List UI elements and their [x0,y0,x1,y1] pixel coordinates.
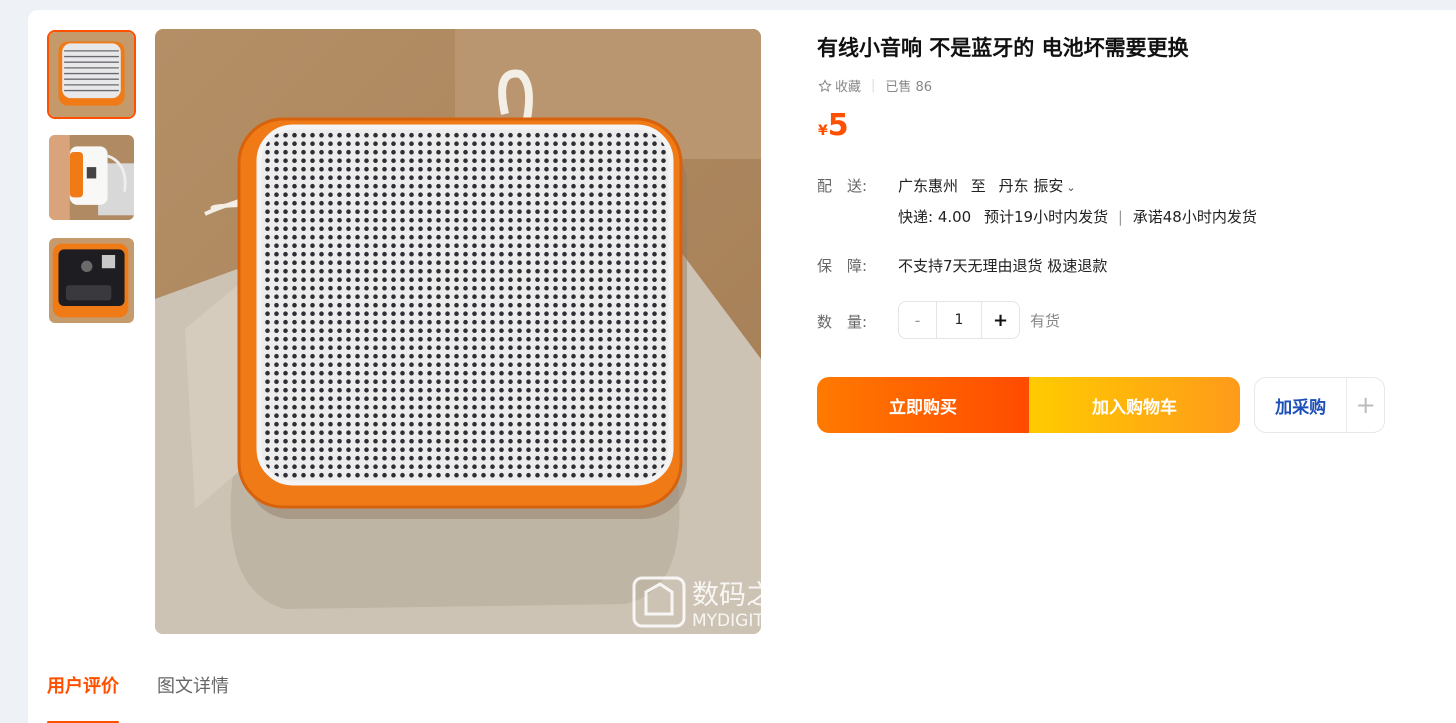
tab-user-reviews[interactable]: 用户评价 [47,672,119,723]
meta-divider: | [871,78,876,93]
quantity-stepper: - 1 + [898,301,1020,339]
speaker-front-thumbnail-image [49,32,134,117]
delivery-label: 配 送: [817,177,868,195]
guarantee-text: 不支持7天无理由退货 极速退款 [898,257,1108,275]
delivery-details: 快递: 4.00 预计19小时内发货 | 承诺48小时内发货 [898,206,1257,227]
price-amount: 5 [827,108,849,143]
thumbnail-speaker-front[interactable] [47,30,136,119]
delivery-to-word: 至 [970,177,986,195]
product-meta: 收藏 | 已售 86 [818,76,932,95]
delivery-from: 广东惠州 [898,177,959,195]
watermark-cn: 数码之家 [692,580,800,611]
add-purchase-button[interactable]: 加采购 [1255,393,1346,418]
sold-count: 已售 86 [885,80,933,95]
stock-status: 有货 [1030,312,1061,330]
buy-now-button[interactable]: 立即购买 [817,377,1029,433]
main-product-image[interactable] [155,29,761,634]
quantity-input[interactable]: 1 [936,302,982,338]
star-icon [818,78,832,92]
watermark: 数码之家 MYDIGIT.NET [632,574,832,632]
plus-icon[interactable]: + [1346,378,1384,432]
speaker-side-thumbnail-image [49,135,134,220]
increment-button[interactable]: + [982,302,1019,338]
add-purchase-group: 加采购 + [1254,377,1385,433]
add-to-cart-button[interactable]: 加入购物车 [1029,377,1240,433]
currency-symbol: ¥ [818,123,828,139]
chevron-down-icon: ⌄ [1066,181,1076,194]
detail-tabs: 用户评价 图文详情 [47,672,229,723]
watermark-en: MYDIGIT.NET [692,611,802,631]
speaker-photo [155,29,761,634]
delivery-destination: 丹东 振安 [998,177,1064,195]
purchase-buttons: 立即购买 加入购物车 [817,377,1240,433]
favorite-button[interactable]: 收藏 [818,76,861,95]
thumbnail-list [47,30,137,339]
favorite-label: 收藏 [835,80,862,95]
delivery-destination-selector[interactable]: 丹东 振安 ⌄ [999,177,1076,195]
speaker-inside-thumbnail-image [49,238,134,323]
details-divider: | [1117,208,1123,226]
product-title: 有线小音响 不是蓝牙的 电池坏需要更换 [817,36,1189,60]
decrement-button[interactable]: - [899,302,936,338]
price: ¥5 [818,108,849,143]
mydigit-logo: 数码之家 MYDIGIT.NET [632,576,802,631]
quantity-label: 数 量: [817,313,868,331]
ship-eta: 预计19小时内发货 [984,208,1109,226]
delivery-route: 广东惠州 至 丹东 振安 ⌄ [898,175,1076,196]
thumbnail-speaker-inside[interactable] [47,236,136,325]
guarantee-label: 保 障: [817,257,868,275]
express-fee: 快递: 4.00 [898,208,972,226]
thumbnail-speaker-side[interactable] [47,133,136,222]
ship-promise: 承诺48小时内发货 [1132,208,1257,226]
tab-product-details[interactable]: 图文详情 [157,672,229,723]
